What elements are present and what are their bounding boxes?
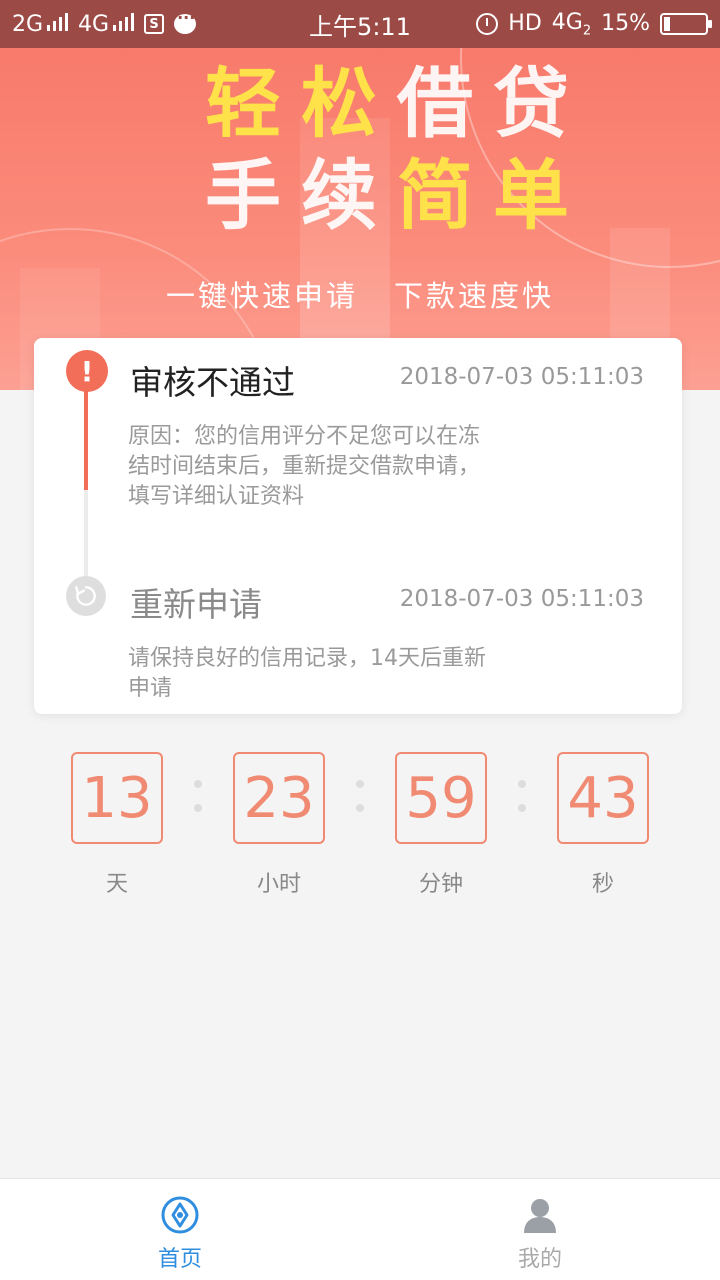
status-left: 2G 4G S	[12, 8, 197, 37]
countdown-days-label: 天	[105, 872, 128, 897]
countdown-minutes-label: 分钟	[418, 872, 463, 897]
message-icon	[174, 8, 197, 34]
signal-bars-icon	[47, 12, 69, 31]
signal-bars-icon	[113, 12, 135, 31]
countdown-days-value: 13	[71, 752, 163, 844]
countdown-hours-value: 23	[233, 752, 325, 844]
nav-mine-label: 我的	[517, 1247, 562, 1272]
step-rejected-time: 2018-07-03 05:11:03	[399, 364, 644, 390]
step-reapply-title: 重新申请	[130, 585, 262, 624]
countdown-seconds-value: 43	[557, 752, 649, 844]
alarm-icon	[476, 12, 499, 35]
s-app-icon: S	[144, 14, 165, 34]
banner-headline-2: 手续简单	[205, 151, 589, 240]
user-icon	[524, 1199, 556, 1233]
step-rejected-title: 审核不通过	[130, 363, 295, 402]
step-rejected-reason: 原因：您的信用评分不足您可以在冻结时间结束后，重新提交借款申请，填写详细认证资料	[128, 424, 481, 509]
timeline-line	[84, 390, 88, 600]
countdown-minutes-value: 59	[395, 752, 487, 844]
banner-slogan: 一键快速申请 下款速度快	[165, 279, 555, 313]
bottom-nav: 首页 我的	[0, 1178, 720, 1280]
status-bar: 2G 4G S 上午5:11 HD 4G2 15%	[0, 0, 720, 48]
step-reapply-time: 2018-07-03 05:11:03	[399, 586, 644, 612]
nav-home-label: 首页	[157, 1247, 202, 1272]
countdown-separator	[518, 780, 526, 828]
nav-home[interactable]: 首页	[0, 1179, 360, 1280]
countdown-days: 13 天	[71, 752, 163, 898]
network-indicator: 4G2	[551, 9, 592, 39]
battery-fill	[664, 16, 670, 31]
home-compass-icon	[161, 1196, 199, 1234]
alert-icon: !	[66, 350, 108, 392]
review-status-card: ! 审核不通过 2018-07-03 05:11:03 原因：您的信用评分不足您…	[34, 338, 682, 714]
step-reapply-desc: 请保持良好的信用记录，14天后重新申请	[128, 646, 486, 701]
battery-percent: 15%	[601, 11, 650, 37]
countdown-separator	[194, 780, 202, 828]
timeline-progress	[84, 390, 88, 490]
refresh-icon	[66, 576, 106, 616]
nav-mine[interactable]: 我的	[360, 1179, 720, 1280]
signal-4g: 4G	[78, 12, 135, 37]
countdown-seconds-label: 秒	[591, 872, 614, 897]
countdown-hours: 23 小时	[233, 752, 325, 898]
signal-2g: 2G	[12, 12, 69, 37]
countdown-separator	[356, 780, 364, 828]
countdown-hours-label: 小时	[256, 872, 301, 897]
battery-icon	[660, 12, 712, 35]
countdown-minutes: 59 分钟	[395, 752, 487, 898]
countdown-seconds: 43 秒	[557, 752, 649, 898]
hd-indicator: HD	[508, 11, 542, 37]
status-right: HD 4G2 15%	[476, 9, 712, 39]
countdown-timer: 13 天 23 小时 59 分钟 43 秒	[0, 752, 720, 902]
banner-headline-1: 轻松借贷	[205, 59, 589, 148]
